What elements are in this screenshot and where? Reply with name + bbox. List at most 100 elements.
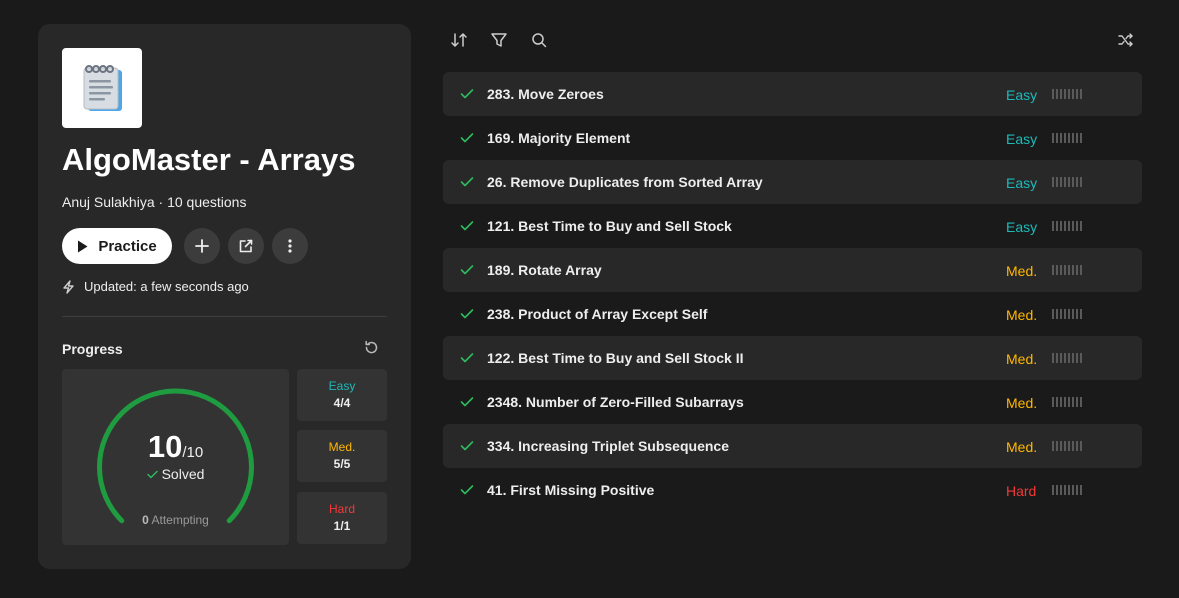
lightning-icon <box>63 279 74 294</box>
problem-row[interactable]: 334. Increasing Triplet Subsequence Med. <box>443 424 1142 468</box>
problem-difficulty: Med. <box>1006 439 1038 455</box>
check-icon <box>460 309 474 319</box>
list-cover-image <box>62 48 142 128</box>
problem-difficulty: Med. <box>1006 395 1038 411</box>
easy-label: Easy <box>328 379 356 393</box>
reset-progress-button[interactable] <box>364 340 379 360</box>
problem-title[interactable]: 122. Best Time to Buy and Sell Stock II <box>487 350 744 366</box>
solved-count: 10/10 <box>62 429 289 465</box>
problem-difficulty: Easy <box>1006 131 1038 147</box>
solved-check <box>460 131 474 149</box>
problem-difficulty: Easy <box>1006 175 1038 191</box>
more-vertical-icon <box>288 239 292 253</box>
frequency-bar <box>1052 485 1082 495</box>
solved-check <box>460 87 474 105</box>
problem-title[interactable]: 283. Move Zeroes <box>487 86 604 102</box>
solved-check <box>460 307 474 325</box>
problem-row[interactable]: 121. Best Time to Buy and Sell Stock Easy <box>443 204 1142 248</box>
sort-button[interactable] <box>450 31 468 54</box>
problem-difficulty: Med. <box>1006 351 1038 367</box>
solved-check <box>460 483 474 501</box>
problem-row[interactable]: 238. Product of Array Except Self Med. <box>443 292 1142 336</box>
frequency-bar <box>1052 353 1082 363</box>
attempting-count: 0 Attempting <box>62 513 289 527</box>
solved-check <box>460 395 474 413</box>
frequency-bar <box>1052 441 1082 451</box>
frequency-bar <box>1052 397 1082 407</box>
problem-difficulty: Easy <box>1006 219 1038 235</box>
check-icon <box>460 133 474 143</box>
practice-button[interactable]: Practice <box>62 228 172 264</box>
problem-row[interactable]: 2348. Number of Zero-Filled Subarrays Med… <box>443 380 1142 424</box>
medium-count: 5/5 <box>333 457 351 471</box>
frequency-bar <box>1052 133 1082 143</box>
check-icon <box>460 221 474 231</box>
hard-progress: Hard 1/1 <box>297 492 387 544</box>
check-icon <box>460 265 474 275</box>
solved-check <box>460 219 474 237</box>
easy-progress: Easy 4/4 <box>297 369 387 421</box>
check-icon <box>146 470 158 478</box>
problem-title[interactable]: 121. Best Time to Buy and Sell Stock <box>487 218 732 234</box>
problem-title[interactable]: 334. Increasing Triplet Subsequence <box>487 438 729 454</box>
attempting-number: 0 <box>142 513 149 527</box>
attempting-label: Attempting <box>151 513 209 527</box>
problem-title[interactable]: 41. First Missing Positive <box>487 482 654 498</box>
problem-row[interactable]: 189. Rotate Array Med. <box>443 248 1142 292</box>
more-options-button[interactable] <box>272 228 308 264</box>
solved-check <box>460 263 474 281</box>
filter-button[interactable] <box>490 31 508 54</box>
problem-row[interactable]: 169. Majority Element Easy <box>443 116 1142 160</box>
list-meta: Anuj Sulakhiya · 10 questions <box>62 194 246 210</box>
shuffle-icon <box>1118 33 1133 47</box>
check-icon <box>460 485 474 495</box>
sort-icon <box>451 33 467 47</box>
play-icon <box>78 240 88 252</box>
problem-row[interactable]: 26. Remove Duplicates from Sorted Array E… <box>443 160 1142 204</box>
question-count: 10 questions <box>167 194 247 210</box>
problem-difficulty: Med. <box>1006 307 1038 323</box>
problem-title[interactable]: 238. Product of Array Except Self <box>487 306 707 322</box>
notepad-icon <box>83 65 122 111</box>
solved-check <box>460 351 474 369</box>
check-icon <box>460 441 474 451</box>
meta-separator: · <box>158 194 164 210</box>
check-icon <box>460 397 474 407</box>
problem-row[interactable]: 283. Move Zeroes Easy <box>443 72 1142 116</box>
progress-ring-card: 10/10 Solved 0 Attempting <box>62 369 289 545</box>
hard-label: Hard <box>328 502 355 516</box>
shuffle-button[interactable] <box>1117 31 1135 54</box>
solved-check <box>460 175 474 193</box>
plus-icon <box>195 239 209 253</box>
external-link-icon <box>239 239 253 253</box>
problem-row[interactable]: 41. First Missing Positive Hard <box>443 468 1142 512</box>
medium-progress: Med. 5/5 <box>297 430 387 482</box>
last-updated-text: Updated: a few seconds ago <box>84 279 249 294</box>
last-updated: Updated: a few seconds ago <box>62 279 249 294</box>
solved-check <box>460 439 474 457</box>
hard-count: 1/1 <box>333 519 351 533</box>
add-to-list-button[interactable] <box>184 228 220 264</box>
progress-heading: Progress <box>62 341 123 357</box>
problem-title[interactable]: 189. Rotate Array <box>487 262 602 278</box>
problem-title[interactable]: 26. Remove Duplicates from Sorted Array <box>487 174 763 190</box>
frequency-bar <box>1052 177 1082 187</box>
medium-label: Med. <box>328 440 356 454</box>
search-button[interactable] <box>530 31 548 54</box>
solved-total: /10 <box>182 444 204 461</box>
divider <box>62 316 387 317</box>
filter-icon <box>491 33 507 47</box>
list-title: AlgoMaster - Arrays <box>62 142 356 177</box>
problem-difficulty: Easy <box>1006 87 1038 103</box>
problem-title[interactable]: 169. Majority Element <box>487 130 630 146</box>
practice-label: Practice <box>98 237 157 255</box>
problem-title[interactable]: 2348. Number of Zero-Filled Subarrays <box>487 394 744 410</box>
easy-count: 4/4 <box>333 396 351 410</box>
problem-row[interactable]: 122. Best Time to Buy and Sell Stock II M… <box>443 336 1142 380</box>
solved-label: Solved <box>62 466 289 482</box>
frequency-bar <box>1052 309 1082 319</box>
search-icon <box>532 33 547 48</box>
share-button[interactable] <box>228 228 264 264</box>
author-name[interactable]: Anuj Sulakhiya <box>62 194 155 210</box>
solved-text: Solved <box>161 466 205 482</box>
